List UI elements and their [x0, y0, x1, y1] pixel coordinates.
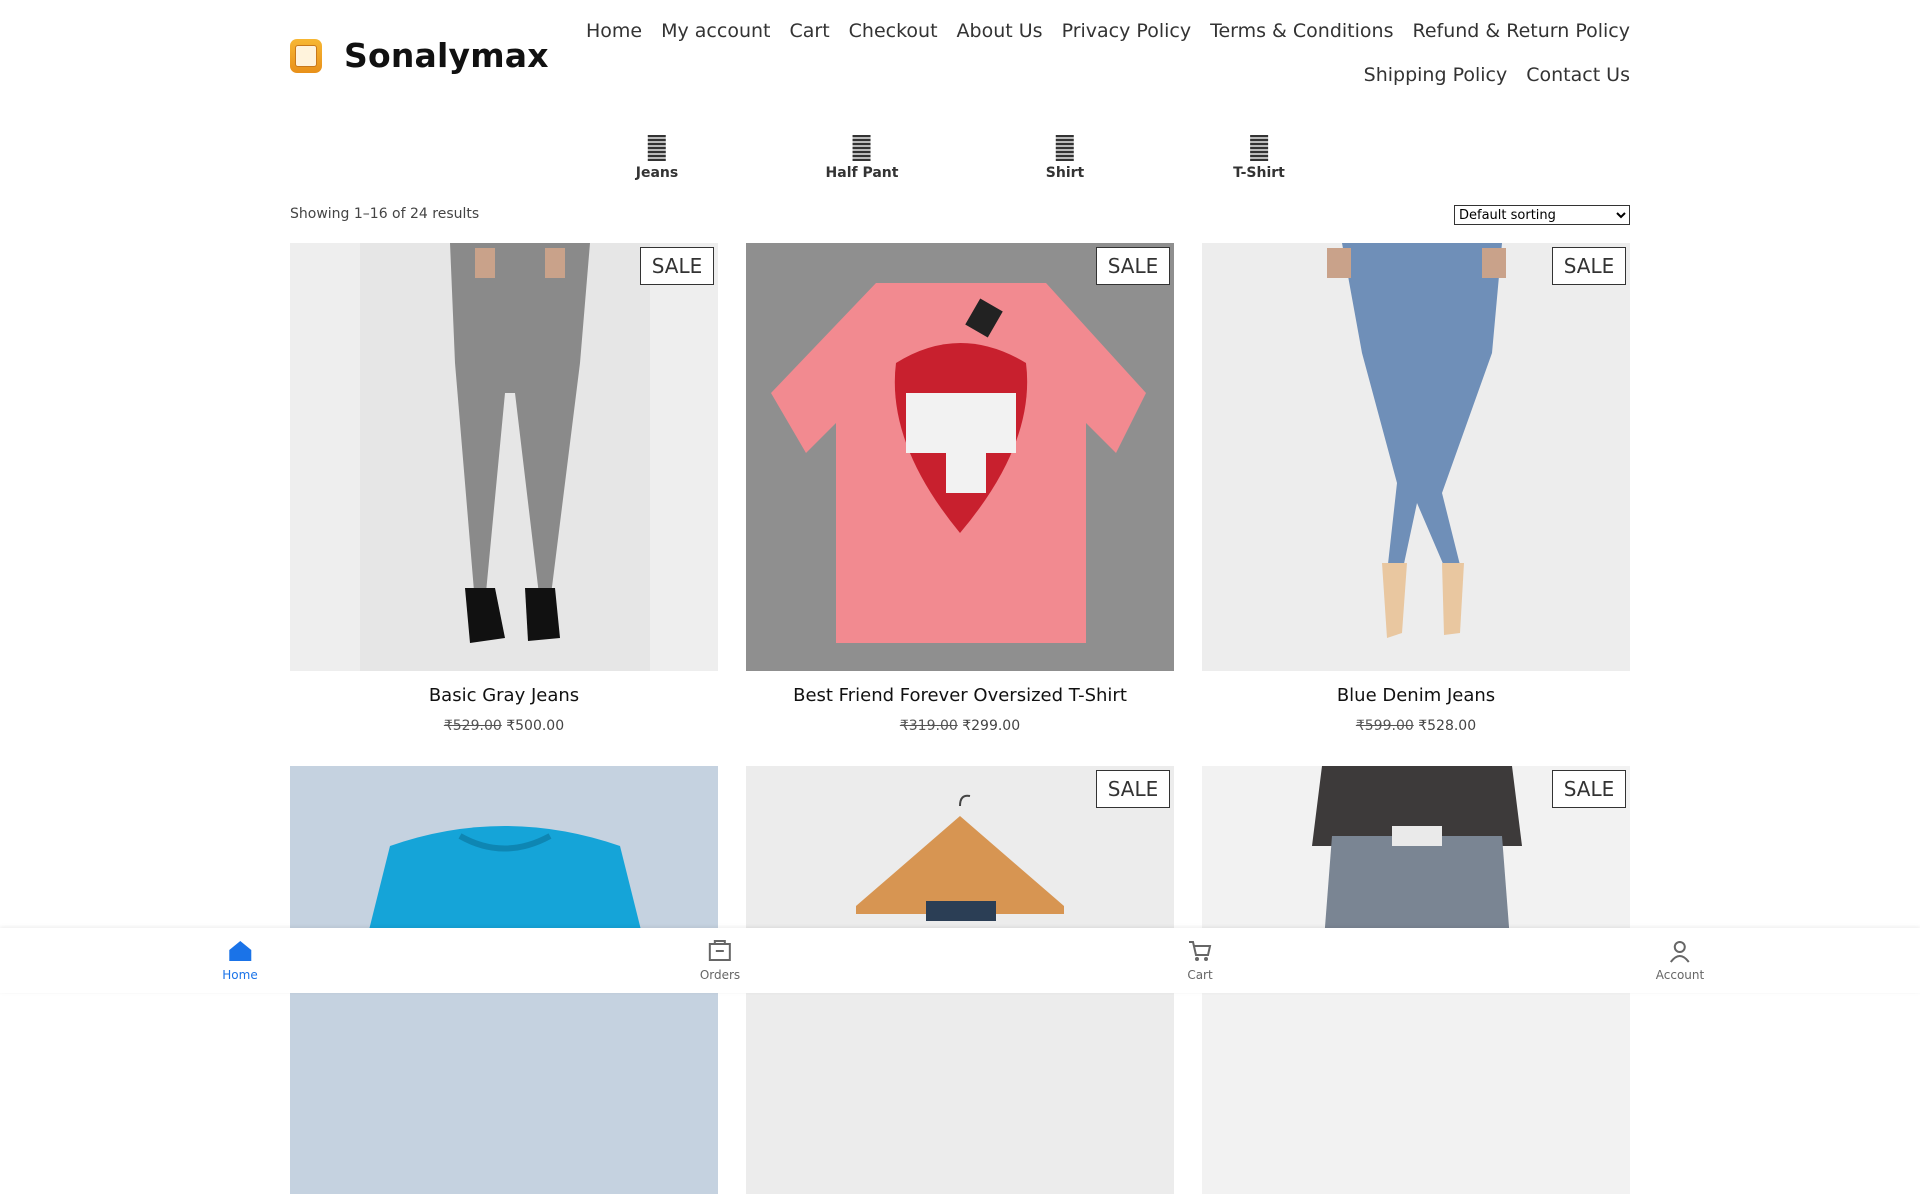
bottom-nav-account[interactable]: Account — [1656, 938, 1704, 982]
product-name[interactable]: Best Friend Forever Oversized T-Shirt — [746, 685, 1174, 706]
sale-price: ₹528.00 — [1418, 718, 1477, 734]
nav-checkout[interactable]: Checkout — [849, 18, 938, 44]
nav-contact-us[interactable]: Contact Us — [1526, 62, 1630, 88]
sort-select[interactable]: Default sorting — [1454, 205, 1630, 225]
site-logo[interactable]: Sonalymax — [290, 36, 549, 75]
orders-icon[interactable] — [707, 938, 733, 964]
nav-privacy-policy[interactable]: Privacy Policy — [1062, 18, 1191, 44]
sale-price: ₹299.00 — [962, 718, 1021, 734]
category-thumbnail[interactable] — [1055, 135, 1074, 161]
category-thumbnail[interactable] — [1250, 135, 1268, 161]
product-price: ₹599.00 ₹528.00 — [1202, 718, 1630, 734]
result-count: Showing 1–16 of 24 results — [290, 206, 480, 222]
category-jeans[interactable]: Jeans — [636, 135, 678, 181]
product-price: ₹319.00 ₹299.00 — [746, 718, 1174, 734]
product-image[interactable]: SALE — [290, 243, 718, 671]
product-card[interactable]: SALE Best Friend Forever Oversized T-Shi… — [746, 243, 1174, 734]
bottom-nav-label[interactable]: Orders — [700, 968, 740, 982]
bottom-nav: Home Orders Cart Account — [0, 928, 1920, 993]
product-image[interactable]: SALE — [746, 243, 1174, 671]
sale-price: ₹500.00 — [506, 718, 565, 734]
product-price: ₹529.00 ₹500.00 — [290, 718, 718, 734]
bottom-nav-label[interactable]: Cart — [1187, 968, 1212, 982]
category-t-shirt[interactable]: T-Shirt — [1233, 135, 1285, 181]
product-grid: SALE Basic Gray Jeans ₹529.00 ₹500.00 SA… — [290, 243, 1630, 1194]
bottom-nav-orders[interactable]: Orders — [700, 938, 740, 982]
category-half-pant[interactable]: Half Pant — [826, 135, 899, 181]
product-image[interactable]: SALE — [1202, 243, 1630, 671]
category-thumbnail[interactable] — [852, 135, 871, 161]
category-label[interactable]: Jeans — [636, 165, 678, 181]
bottom-nav-label[interactable]: Account — [1656, 968, 1704, 982]
category-thumbnail[interactable] — [647, 135, 666, 161]
main-nav: Home My account Cart Checkout About Us P… — [580, 18, 1630, 88]
bottom-nav-cart[interactable]: Cart — [1187, 938, 1213, 982]
sale-badge: SALE — [640, 247, 714, 285]
logo-icon[interactable] — [290, 38, 322, 73]
category-label[interactable]: T-Shirt — [1233, 165, 1285, 181]
category-bar: Jeans Half Pant Shirt T-Shirt — [0, 135, 1920, 185]
old-price: ₹319.00 — [899, 718, 958, 734]
sale-badge: SALE — [1552, 247, 1626, 285]
nav-terms[interactable]: Terms & Conditions — [1210, 18, 1393, 44]
product-name[interactable]: Basic Gray Jeans — [290, 685, 718, 706]
cart-icon[interactable] — [1187, 938, 1213, 964]
product-name[interactable]: Blue Denim Jeans — [1202, 685, 1630, 706]
nav-about-us[interactable]: About Us — [957, 18, 1043, 44]
product-card[interactable]: SALE Basic Gray Jeans ₹529.00 ₹500.00 — [290, 243, 718, 734]
site-title[interactable]: Sonalymax — [344, 36, 549, 75]
category-label[interactable]: Half Pant — [826, 165, 899, 181]
nav-cart[interactable]: Cart — [789, 18, 829, 44]
nav-my-account[interactable]: My account — [661, 18, 770, 44]
blue-jeans-photo — [1202, 243, 1630, 671]
sale-badge: SALE — [1552, 770, 1626, 808]
pink-tshirt-photo — [746, 243, 1174, 671]
old-price: ₹529.00 — [443, 718, 502, 734]
nav-home[interactable]: Home — [586, 18, 642, 44]
account-icon[interactable] — [1667, 938, 1693, 964]
nav-shipping-policy[interactable]: Shipping Policy — [1364, 62, 1508, 88]
old-price: ₹599.00 — [1355, 718, 1414, 734]
bottom-nav-label[interactable]: Home — [222, 968, 257, 982]
category-label[interactable]: Shirt — [1046, 165, 1084, 181]
nav-refund-policy[interactable]: Refund & Return Policy — [1412, 18, 1630, 44]
product-card[interactable]: SALE Blue Denim Jeans ₹599.00 ₹528.00 — [1202, 243, 1630, 734]
category-shirt[interactable]: Shirt — [1046, 135, 1084, 181]
sale-badge: SALE — [1096, 247, 1170, 285]
bottom-nav-home[interactable]: Home — [222, 938, 258, 982]
home-icon[interactable] — [227, 938, 253, 964]
gray-jeans-photo — [290, 243, 718, 671]
sale-badge: SALE — [1096, 770, 1170, 808]
site-header: Sonalymax Home My account Cart Checkout … — [290, 0, 1630, 110]
